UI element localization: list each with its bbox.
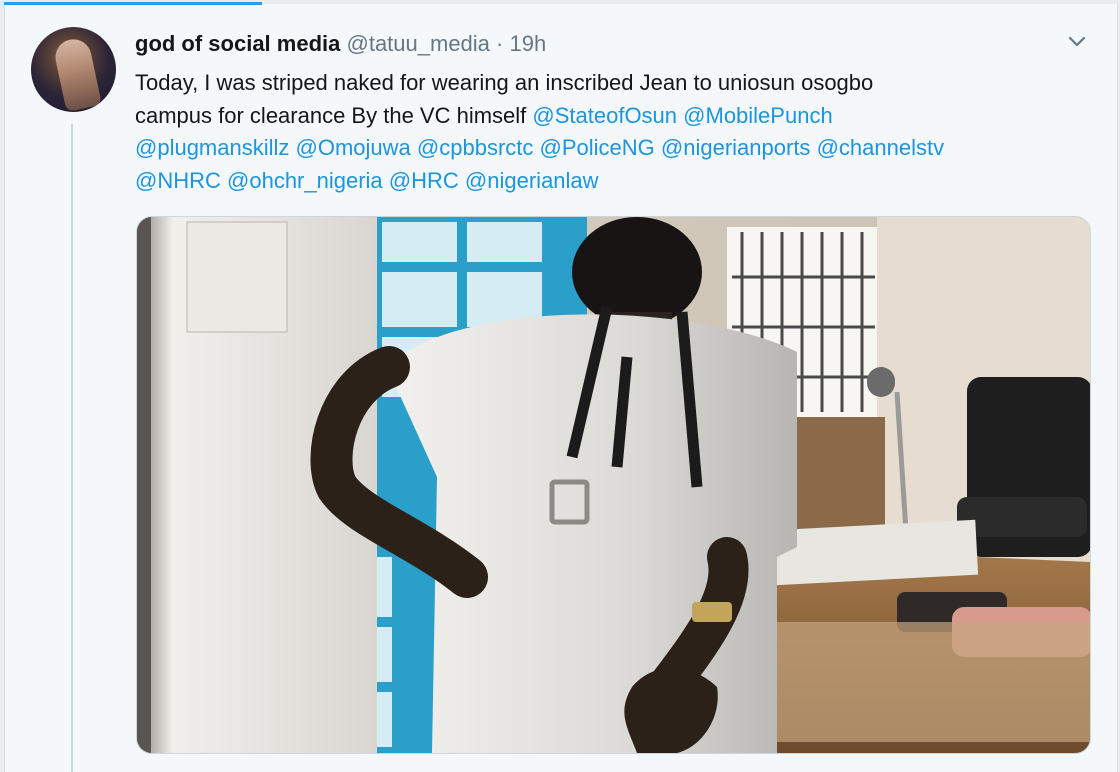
separator-dot: · [496, 31, 504, 56]
mention-link[interactable]: @nigerianports [661, 135, 811, 160]
user-handle[interactable]: @tatuu_media [347, 31, 490, 56]
mention-link[interactable]: @nigerianlaw [465, 168, 599, 193]
mention-link[interactable]: @ohchr_nigeria [227, 168, 383, 193]
tweet-timestamp[interactable]: 19h [510, 31, 547, 56]
mention-link[interactable]: @NHRC [135, 168, 221, 193]
tweet-photo[interactable] [136, 216, 1091, 754]
mention-link[interactable]: @StateofOsun [532, 103, 677, 128]
avatar-figure [52, 36, 102, 112]
mention-link[interactable]: @PoliceNG [540, 135, 655, 160]
mention-link[interactable]: @HRC [389, 168, 459, 193]
user-avatar[interactable] [31, 27, 116, 112]
tweet-text: Today, I was striped naked for wearing a… [135, 67, 1095, 197]
mention-link[interactable]: @channelstv [817, 135, 945, 160]
tweet-text-line: Today, I was striped naked for wearing a… [135, 67, 1095, 100]
active-tab-indicator [4, 2, 262, 5]
chevron-down-icon[interactable] [1063, 30, 1091, 54]
mention-link[interactable]: @plugmanskillz [135, 135, 289, 160]
mention-link[interactable]: @Omojuwa [296, 135, 411, 160]
mention-link[interactable]: @cpbbsrctc [417, 135, 533, 160]
mention-link[interactable]: @MobilePunch [683, 103, 833, 128]
thread-line [71, 124, 73, 772]
tweet-text-segment: Today, I was striped naked for wearing a… [135, 70, 874, 95]
tweet-text-line: @NHRC @ohchr_nigeria @HRC @nigerianlaw [135, 165, 1095, 198]
tweet-text-segment: campus for clearance By the VC himself [135, 102, 533, 128]
tweet-text-line: campus for clearance By the VC himself @… [135, 100, 1095, 133]
tweet-header: god of social media @tatuu_media · 19h [135, 30, 546, 58]
tweet-text-line: @plugmanskillz @Omojuwa @cpbbsrctc @Poli… [135, 132, 1095, 165]
display-name[interactable]: god of social media [135, 31, 340, 56]
